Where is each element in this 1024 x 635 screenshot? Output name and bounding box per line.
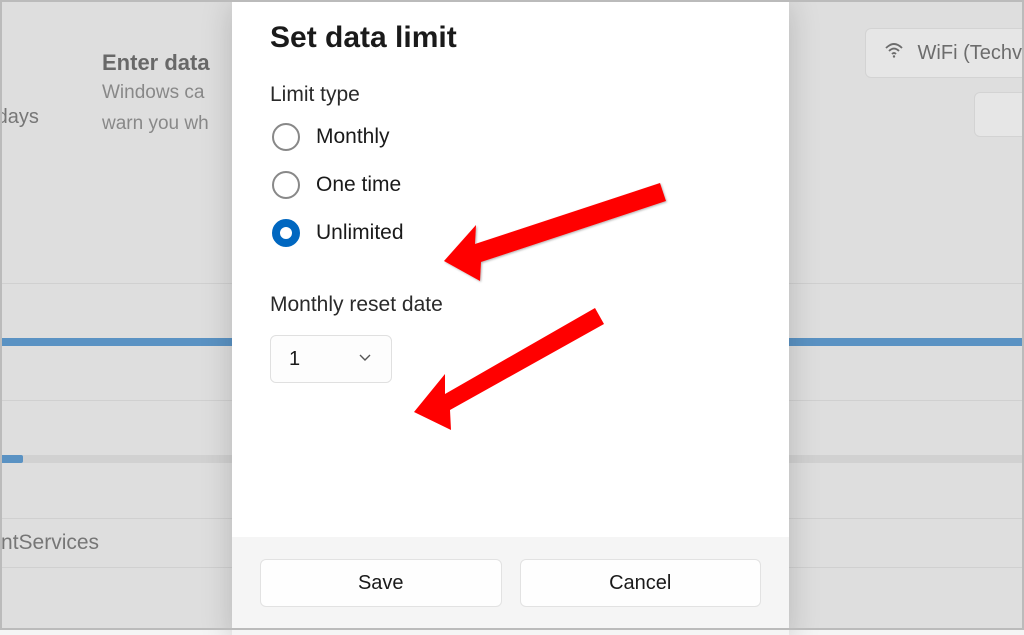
radio-unlimited[interactable]: Unlimited: [272, 219, 751, 247]
radio-icon: [272, 171, 300, 199]
radio-monthly-label: Monthly: [316, 125, 390, 149]
limit-type-label: Limit type: [270, 83, 751, 107]
radio-monthly[interactable]: Monthly: [272, 123, 751, 151]
radio-one-time-label: One time: [316, 173, 401, 197]
chevron-down-icon: [357, 348, 373, 371]
dialog-footer: Save Cancel: [232, 537, 789, 635]
radio-unlimited-label: Unlimited: [316, 221, 404, 245]
reset-date-select[interactable]: 1: [270, 335, 392, 383]
save-button[interactable]: Save: [260, 559, 502, 607]
set-data-limit-dialog: Set data limit Limit type Monthly One ti…: [232, 0, 789, 635]
reset-date-value: 1: [289, 348, 300, 371]
radio-one-time[interactable]: One time: [272, 171, 751, 199]
reset-date-label: Monthly reset date: [270, 293, 751, 317]
limit-type-radio-group: Monthly One time Unlimited: [270, 123, 751, 247]
cancel-button[interactable]: Cancel: [520, 559, 762, 607]
radio-icon-selected: [272, 219, 300, 247]
radio-icon: [272, 123, 300, 151]
dialog-title: Set data limit: [270, 21, 751, 55]
